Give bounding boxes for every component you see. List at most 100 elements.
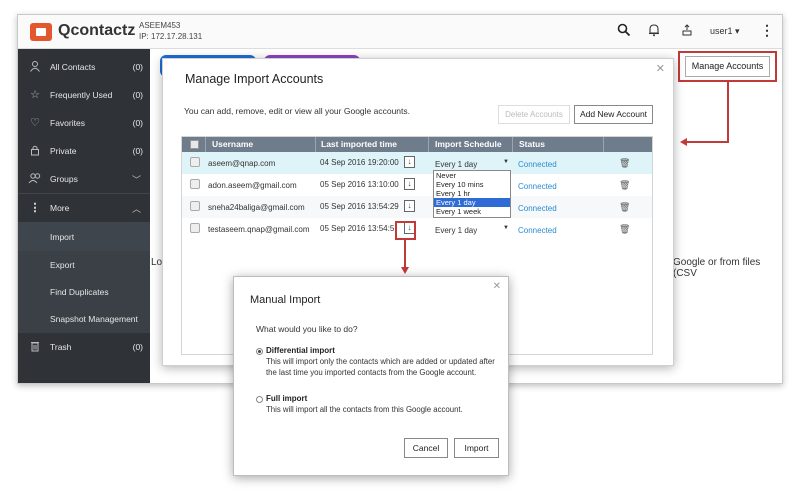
manual-import-highlight: [395, 221, 416, 240]
delete-icon[interactable]: 🗑: [619, 224, 630, 235]
more-options-icon[interactable]: ⋮: [760, 22, 774, 39]
sidebar-item-find-duplicates[interactable]: Find Duplicates: [18, 278, 150, 305]
manual-import-icon[interactable]: ↓: [404, 200, 415, 212]
dialog-question: What would you like to do?: [256, 324, 358, 334]
close-icon[interactable]: ✕: [493, 281, 501, 292]
column-separator: [512, 137, 513, 152]
schedule-dropdown-list: Never Every 10 mins Every 1 hr Every 1 d…: [433, 170, 511, 218]
column-header-schedule[interactable]: Import Schedule: [435, 139, 502, 149]
dropdown-arrow-icon[interactable]: ▼: [503, 225, 509, 231]
heart-icon: ♡: [30, 117, 40, 129]
delete-accounts-button[interactable]: Delete Accounts: [498, 105, 570, 124]
table-header: Username Last imported time Import Sched…: [182, 137, 652, 152]
schedule-option[interactable]: Every 1 week: [434, 207, 510, 216]
app-title: Qcontactz: [58, 22, 136, 39]
schedule-option[interactable]: Never: [434, 171, 510, 180]
arrow-head-icon: [401, 267, 409, 274]
sidebar-item-label: Snapshot Management: [50, 314, 138, 324]
schedule-option[interactable]: Every 1 hr: [434, 189, 510, 198]
row-checkbox[interactable]: [190, 201, 200, 211]
delete-icon[interactable]: 🗑: [619, 180, 630, 191]
background-text-left: Lo: [151, 257, 163, 268]
user-menu[interactable]: user1 ▾: [710, 26, 740, 37]
sidebar: All Contacts (0) ☆ Frequently Used (0) ♡…: [18, 49, 150, 383]
column-separator: [205, 137, 206, 152]
search-icon[interactable]: [616, 23, 632, 39]
row-schedule[interactable]: Every 1 day: [435, 226, 477, 235]
sidebar-item-trash[interactable]: Trash (0): [18, 333, 150, 361]
chevron-up-icon: ︿: [131, 204, 141, 214]
sidebar-item-count: (0): [132, 90, 143, 100]
sidebar-item-more[interactable]: ⋮ More ︿: [18, 194, 150, 222]
table-row[interactable]: testaseem.qnap@gmail.com 05 Sep 2016 13:…: [182, 218, 652, 240]
row-checkbox[interactable]: [190, 157, 200, 167]
sidebar-item-label: Favorites: [50, 118, 85, 128]
row-last-imported: 05 Sep 2016 13:54:5: [320, 224, 395, 233]
top-bar: Qcontactz ASEEM453 IP: 172.17.28.131 use…: [18, 15, 782, 49]
differential-import-radio[interactable]: [256, 348, 263, 355]
chevron-down-icon: ﹀: [131, 175, 141, 185]
row-username: testaseem.qnap@gmail.com: [208, 225, 310, 234]
schedule-option[interactable]: Every 10 mins: [434, 180, 510, 189]
differential-import-label[interactable]: Differential import: [266, 346, 335, 355]
sidebar-item-private[interactable]: Private (0): [18, 137, 150, 165]
manual-import-dialog: Manual Import ✕ What would you like to d…: [233, 276, 509, 476]
sidebar-item-groups[interactable]: Groups ﹀: [18, 165, 150, 193]
row-schedule[interactable]: Every 1 day: [435, 160, 477, 169]
close-icon[interactable]: ✕: [656, 62, 665, 75]
sidebar-item-snapshot-management[interactable]: Snapshot Management: [18, 305, 150, 333]
annotation-arrow: [686, 141, 729, 143]
cancel-button[interactable]: Cancel: [404, 438, 448, 458]
chevron-down-icon: ▾: [735, 26, 740, 36]
sidebar-item-all-contacts[interactable]: All Contacts (0): [18, 53, 150, 81]
sidebar-item-count: (0): [132, 146, 143, 156]
annotation-arrow: [727, 82, 729, 142]
schedule-option-selected[interactable]: Every 1 day: [434, 198, 510, 207]
lock-icon: [28, 144, 42, 158]
sidebar-item-export[interactable]: Export: [18, 251, 150, 278]
sidebar-item-label: Find Duplicates: [50, 287, 109, 297]
row-status: Connected: [518, 226, 557, 235]
sidebar-item-count: (0): [132, 62, 143, 72]
import-button[interactable]: Import: [454, 438, 499, 458]
table-row[interactable]: adon.aseem@gmail.com 05 Sep 2016 13:10:0…: [182, 174, 652, 196]
row-username: aseem@qnap.com: [208, 159, 276, 168]
sidebar-item-label: All Contacts: [50, 62, 96, 72]
bell-icon[interactable]: [646, 23, 662, 39]
column-header-last-imported[interactable]: Last imported time: [321, 139, 397, 149]
full-import-label[interactable]: Full import: [266, 394, 307, 403]
table-row[interactable]: aseem@qnap.com 04 Sep 2016 19:20:00 ↓ Ev…: [182, 152, 652, 174]
row-last-imported: 05 Sep 2016 13:10:00: [320, 180, 399, 189]
sidebar-item-favorites[interactable]: ♡ Favorites (0): [18, 109, 150, 137]
row-checkbox[interactable]: [190, 179, 200, 189]
manage-accounts-button[interactable]: Manage Accounts: [685, 56, 770, 77]
background-tasks-icon[interactable]: [679, 23, 695, 39]
sidebar-item-frequently-used[interactable]: ☆ Frequently Used (0): [18, 81, 150, 109]
column-header-status[interactable]: Status: [519, 139, 545, 149]
user-name: user1: [710, 26, 733, 36]
row-username: sneha24baliga@gmail.com: [208, 203, 305, 212]
full-import-description: This will import all the contacts from t…: [266, 405, 463, 414]
table-row[interactable]: sneha24baliga@gmail.com 05 Sep 2016 13:5…: [182, 196, 652, 218]
trash-icon: [28, 340, 42, 354]
manual-import-icon[interactable]: ↓: [404, 178, 415, 190]
full-import-radio[interactable]: [256, 396, 263, 403]
delete-icon[interactable]: 🗑: [619, 202, 630, 213]
differential-import-description: This will import only the contacts which…: [266, 357, 495, 377]
sidebar-item-label: Trash: [50, 342, 72, 352]
app-logo-icon: [30, 23, 52, 41]
dropdown-arrow-icon[interactable]: ▼: [503, 159, 509, 165]
select-all-checkbox[interactable]: [190, 140, 199, 149]
star-icon: ☆: [30, 89, 40, 101]
row-last-imported: 04 Sep 2016 19:20:00: [320, 158, 399, 167]
nas-name: ASEEM453: [139, 21, 181, 30]
background-text-right: Google or from files (CSV: [673, 257, 761, 279]
manual-import-icon[interactable]: ↓: [404, 156, 415, 168]
row-status: Connected: [518, 182, 557, 191]
sidebar-item-import[interactable]: Import: [18, 222, 150, 251]
add-new-account-button[interactable]: Add New Account: [574, 105, 653, 124]
row-checkbox[interactable]: [190, 223, 200, 233]
column-header-username[interactable]: Username: [212, 139, 253, 149]
column-separator: [428, 137, 429, 152]
delete-icon[interactable]: 🗑: [619, 158, 630, 169]
